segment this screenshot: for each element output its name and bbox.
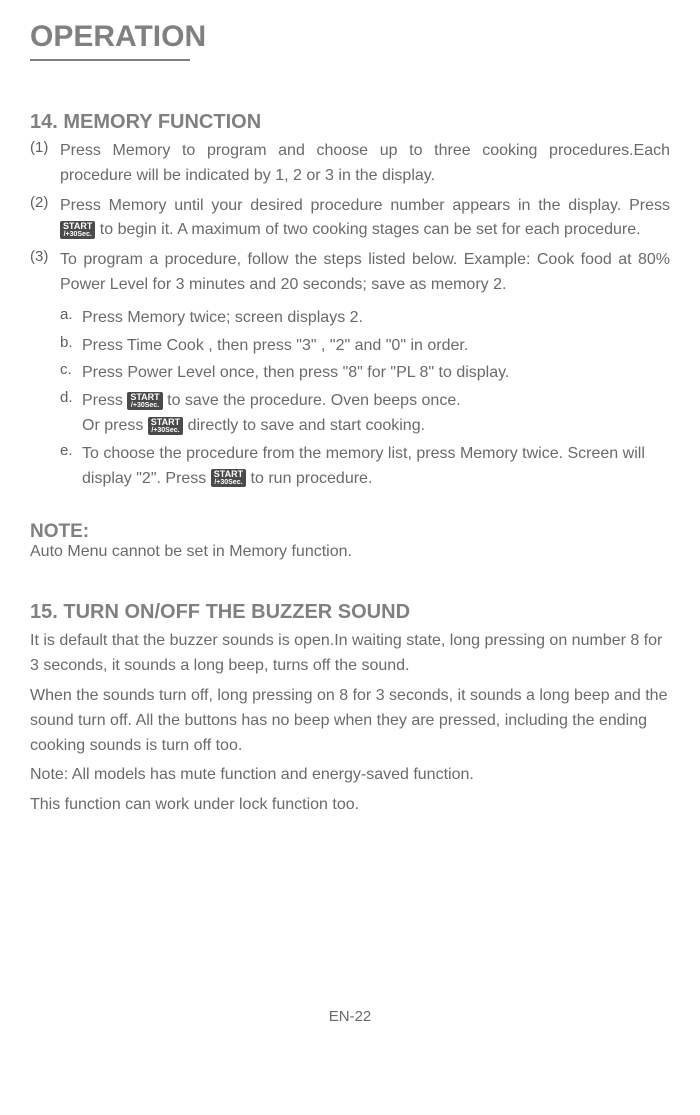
page-title: OPERATION (30, 20, 670, 54)
item-number: (3) (30, 248, 60, 298)
item-text: Press Memory to program and choose up to… (60, 139, 670, 189)
text-segment: Press (82, 392, 127, 409)
start-button-icon: START /+30Sec. (211, 469, 246, 487)
section-15-heading: 15. TURN ON/OFF THE BUZZER SOUND (30, 601, 670, 624)
start-label-bottom: /+30Sec. (151, 427, 180, 434)
buzzer-paragraph: Note: All models has mute function and e… (30, 763, 670, 788)
start-label-bottom: /+30Sec. (63, 231, 92, 238)
sub-label: c. (60, 361, 82, 386)
start-button-icon: START /+30Sec. (148, 417, 183, 435)
item-text: Press Memory until your desired procedur… (60, 194, 670, 244)
sub-list-item: d. Press START /+30Sec. to save the proc… (60, 389, 670, 439)
buzzer-paragraph: When the sounds turn off, long pressing … (30, 684, 670, 758)
text-segment: to run procedure. (251, 470, 373, 487)
sub-text: Press Memory twice; screen displays 2. (82, 306, 670, 331)
text-segment: to begin it. A maximum of two cooking st… (100, 221, 641, 238)
text-segment: directly to save and start cooking. (188, 417, 425, 434)
start-label-top: START (63, 222, 92, 231)
text-segment: Press Memory until your desired procedur… (60, 197, 670, 214)
note-text: Auto Menu cannot be set in Memory functi… (30, 543, 670, 561)
list-item: (2) Press Memory until your desired proc… (30, 194, 670, 244)
page-number: EN-22 (30, 1008, 670, 1025)
start-button-icon: START /+30Sec. (60, 221, 95, 239)
start-button-icon: START /+30Sec. (127, 392, 162, 410)
note-heading: NOTE: (30, 521, 670, 543)
title-underline (30, 59, 190, 61)
sub-label: e. (60, 442, 82, 492)
sub-text: Press Power Level once, then press "8" f… (82, 361, 670, 386)
sub-label: b. (60, 334, 82, 359)
start-label-bottom: /+30Sec. (214, 479, 243, 486)
text-segment: to save the procedure. Oven beeps once. (167, 392, 461, 409)
sub-label: d. (60, 389, 82, 439)
start-label-top: START (214, 470, 243, 479)
list-item: (1) Press Memory to program and choose u… (30, 139, 670, 189)
section-14-heading: 14. MEMORY FUNCTION (30, 111, 670, 134)
sub-list: a. Press Memory twice; screen displays 2… (60, 306, 670, 492)
buzzer-paragraph: This function can work under lock functi… (30, 793, 670, 818)
start-label-top: START (130, 393, 159, 402)
sub-list-item: e. To choose the procedure from the memo… (60, 442, 670, 492)
list-item: (3) To program a procedure, follow the s… (30, 248, 670, 298)
text-segment: Or press (82, 417, 148, 434)
start-label-bottom: /+30Sec. (130, 402, 159, 409)
sub-list-item: b. Press Time Cook , then press "3" , "2… (60, 334, 670, 359)
sub-text: Press START /+30Sec. to save the procedu… (82, 389, 670, 439)
item-text: To program a procedure, follow the steps… (60, 248, 670, 298)
numbered-list: (1) Press Memory to program and choose u… (30, 139, 670, 298)
start-label-top: START (151, 418, 180, 427)
item-number: (2) (30, 194, 60, 244)
sub-list-item: a. Press Memory twice; screen displays 2… (60, 306, 670, 331)
sub-label: a. (60, 306, 82, 331)
buzzer-paragraph: It is default that the buzzer sounds is … (30, 629, 670, 679)
sub-text: Press Time Cook , then press "3" , "2" a… (82, 334, 670, 359)
sub-text: To choose the procedure from the memory … (82, 442, 670, 492)
item-number: (1) (30, 139, 60, 189)
sub-list-item: c. Press Power Level once, then press "8… (60, 361, 670, 386)
